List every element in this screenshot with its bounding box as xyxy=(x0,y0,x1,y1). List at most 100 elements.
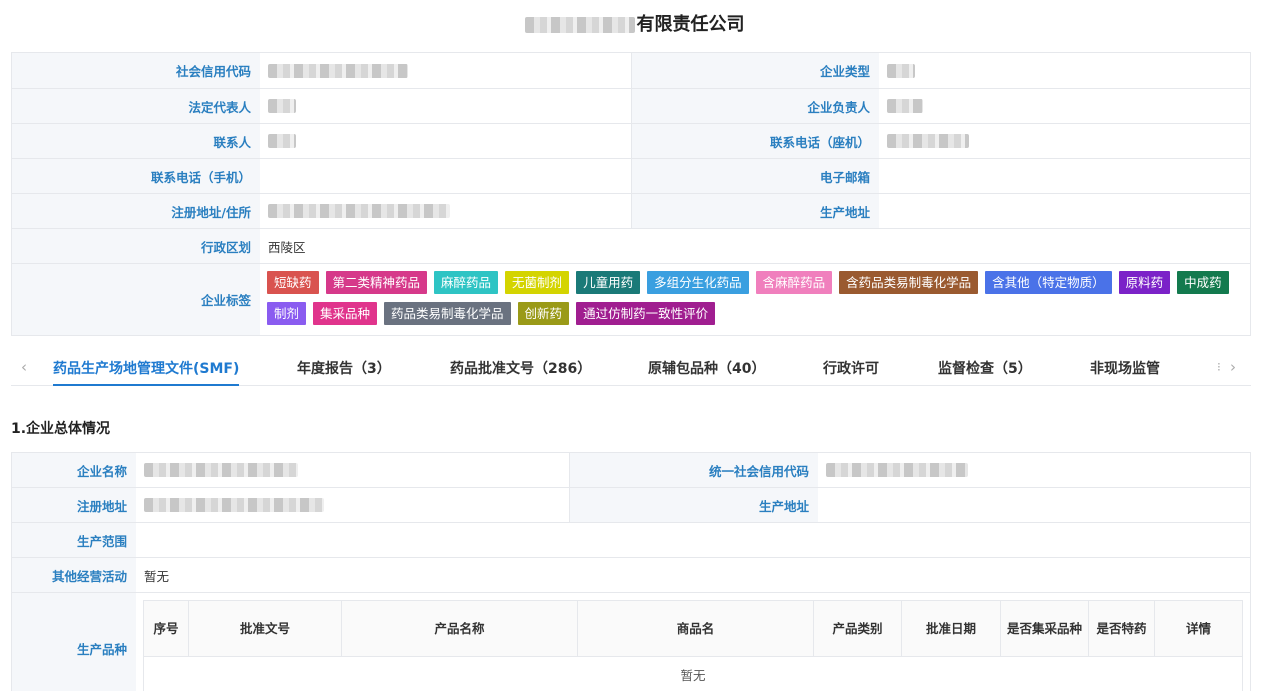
redacted-value xyxy=(268,99,296,113)
other-activities-value: 暂无 xyxy=(144,568,170,584)
varieties-table-header: 序号 批准文号 产品名称 商品名 产品类别 批准日期 是否集采品种 是否特药 详… xyxy=(144,601,1242,657)
reg-address-label: 注册地址/住所 xyxy=(12,194,260,228)
tab-annual-report[interactable]: 年度报告（3） xyxy=(297,358,391,386)
company-info-table: 社会信用代码 企业类型 法定代表人 企业负责人 联系人 联系电话（座机） 联系电… xyxy=(11,52,1251,336)
company-tag: 集采品种 xyxy=(313,302,378,325)
overview-row: 生产范围 xyxy=(12,523,1250,558)
unified-credit-value xyxy=(818,453,1250,487)
legal-rep-value xyxy=(260,89,632,123)
overview-row: 注册地址 生产地址 xyxy=(12,488,1250,523)
info-row: 联系人 联系电话（座机） xyxy=(12,124,1250,159)
company-type-label: 企业类型 xyxy=(632,53,879,88)
redacted-value xyxy=(144,463,298,477)
company-tag: 中成药 xyxy=(1177,271,1229,294)
landline-value xyxy=(879,124,1250,158)
company-tag: 含其他（特定物质） xyxy=(985,271,1112,294)
tab-supervision-inspection[interactable]: 监督检查（5） xyxy=(938,358,1032,386)
col-special-drug: 是否特药 xyxy=(1089,601,1155,656)
redacted-value xyxy=(887,134,969,148)
credit-code-label: 社会信用代码 xyxy=(12,53,260,88)
prod-scope-label: 生产范围 xyxy=(12,523,136,557)
company-tag: 原料药 xyxy=(1118,271,1171,294)
col-trade-name: 商品名 xyxy=(578,601,814,656)
info-row: 注册地址/住所 生产地址 xyxy=(12,194,1250,229)
email-label: 电子邮箱 xyxy=(632,159,879,193)
district-value: 西陵区 xyxy=(268,239,306,255)
company-tag: 无菌制剂 xyxy=(505,271,570,294)
mobile-value xyxy=(260,159,632,193)
page-title: 有限责任公司 xyxy=(0,12,1269,38)
company-head-value xyxy=(879,89,1250,123)
redacted-value xyxy=(268,204,450,218)
company-tag: 含药品类易制毒化学品 xyxy=(839,271,979,294)
district-label: 行政区划 xyxy=(12,229,260,263)
company-tag: 药品类易制毒化学品 xyxy=(384,302,511,325)
varieties-label: 生产品种 xyxy=(12,593,136,691)
redacted-company-name xyxy=(524,17,635,33)
reg-address-label: 注册地址 xyxy=(12,488,136,522)
company-head-label: 企业负责人 xyxy=(632,89,879,123)
other-activities-label: 其他经营活动 xyxy=(12,558,136,592)
redacted-value xyxy=(268,63,408,78)
company-tag: 含麻醉药品 xyxy=(755,271,833,294)
redacted-value xyxy=(268,134,296,148)
company-tag: 创新药 xyxy=(517,302,570,325)
landline-label: 联系电话（座机） xyxy=(632,124,879,158)
col-product-category: 产品类别 xyxy=(814,601,902,656)
company-tag: 第二类精神药品 xyxy=(325,271,428,294)
prod-address-value xyxy=(879,194,1250,228)
company-tags: 短缺药 第二类精神药品 麻醉药品 无菌制剂 儿童用药 多组分生化药品 含麻醉药品 含药品类易制… xyxy=(260,264,1250,335)
company-tag: 麻醉药品 xyxy=(434,271,499,294)
tab-next-icon[interactable]: › xyxy=(1230,358,1236,376)
email-value xyxy=(879,159,1250,193)
more-icon[interactable]: ⁝ xyxy=(1217,360,1221,374)
company-name-value xyxy=(136,453,570,487)
empty-state: 暂无 xyxy=(680,667,706,683)
contact-value xyxy=(260,124,632,158)
col-approval-no: 批准文号 xyxy=(189,601,342,656)
info-row: 法定代表人 企业负责人 xyxy=(12,89,1250,124)
col-index: 序号 xyxy=(144,601,189,656)
overview-row: 其他经营活动 暂无 xyxy=(12,558,1250,593)
section-title: 1.企业总体情况 xyxy=(11,421,111,437)
tab-offsite-supervision[interactable]: 非现场监管 xyxy=(1090,358,1160,386)
info-row: 企业标签 短缺药 第二类精神药品 麻醉药品 无菌制剂 儿童用药 多组分生化药品 含麻醉药品含… xyxy=(12,264,1250,335)
company-tag: 短缺药 xyxy=(267,271,319,294)
redacted-value xyxy=(144,498,324,512)
tab-approval-numbers[interactable]: 药品批准文号（286） xyxy=(450,358,591,386)
col-details: 详情 xyxy=(1185,620,1211,636)
tab-excipient-varieties[interactable]: 原辅包品种（40） xyxy=(648,358,765,386)
info-row: 社会信用代码 企业类型 xyxy=(12,53,1250,89)
overview-row: 企业名称 统一社会信用代码 xyxy=(12,453,1250,488)
col-centralized-procurement: 是否集采品种 xyxy=(1001,601,1089,656)
prod-address-label: 生产地址 xyxy=(632,194,879,228)
varieties-table: 序号 批准文号 产品名称 商品名 产品类别 批准日期 是否集采品种 是否特药 详… xyxy=(143,600,1243,691)
contact-label: 联系人 xyxy=(12,124,260,158)
tab-admin-license[interactable]: 行政许可 xyxy=(823,358,879,386)
info-row: 行政区划 西陵区 xyxy=(12,229,1250,264)
tab-smf[interactable]: 药品生产场地管理文件(SMF) xyxy=(53,358,240,386)
redacted-value xyxy=(826,463,968,477)
unified-credit-label: 统一社会信用代码 xyxy=(570,453,818,487)
redacted-value xyxy=(887,63,915,78)
company-tag: 制剂 xyxy=(267,302,307,325)
tab-prev-icon[interactable]: ‹ xyxy=(21,358,27,376)
legal-rep-label: 法定代表人 xyxy=(12,89,260,123)
reg-address-value xyxy=(260,194,632,228)
company-name-label: 企业名称 xyxy=(12,453,136,487)
credit-code-value xyxy=(260,53,632,88)
company-tag: 儿童用药 xyxy=(576,271,641,294)
reg-address-value xyxy=(136,488,570,522)
mobile-label: 联系电话（手机） xyxy=(12,159,260,193)
tags-label: 企业标签 xyxy=(12,264,260,335)
prod-address-value xyxy=(818,488,1250,522)
prod-scope-value xyxy=(136,523,1250,557)
redacted-value xyxy=(887,99,923,113)
company-tag: 多组分生化药品 xyxy=(647,271,749,294)
col-approval-date: 批准日期 xyxy=(902,601,1001,656)
company-tag: 通过仿制药一致性评价 xyxy=(576,302,716,325)
tab-bar: ‹ 药品生产场地管理文件(SMF) 年度报告（3） 药品批准文号（286） 原辅… xyxy=(11,352,1251,386)
company-type-value xyxy=(879,53,1250,88)
prod-address-label: 生产地址 xyxy=(570,488,818,522)
col-product-name: 产品名称 xyxy=(342,601,578,656)
